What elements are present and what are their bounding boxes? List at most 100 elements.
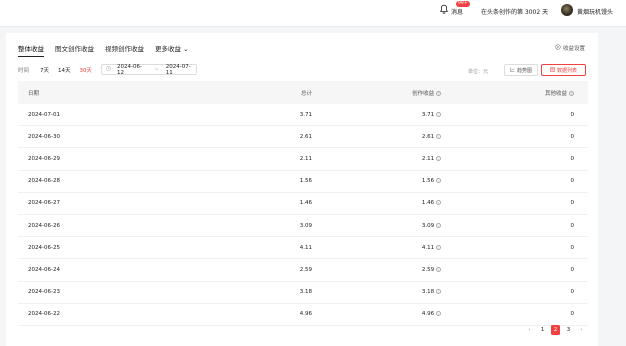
cell-total: 2.59	[192, 258, 327, 282]
cell-creation-value: 4.96	[421, 311, 435, 318]
cell-creation: 2.11 i	[326, 147, 456, 171]
cell-creation-value: 3.09	[421, 222, 435, 229]
cell-creation: 3.18 i	[326, 281, 456, 304]
tab-article-income[interactable]: 图文创作收益	[55, 43, 94, 57]
income-settings-button[interactable]: 收益设置	[555, 44, 585, 52]
tab-overall-income[interactable]: 整体收益	[18, 43, 44, 57]
range-30-days[interactable]: 30天	[80, 66, 93, 74]
table-row: 2024-07-01 3.71 3.71 i 0	[18, 104, 588, 127]
cell-creation: 4.11 i	[326, 236, 456, 260]
trend-chart-button[interactable]: 趋势图	[504, 64, 538, 76]
info-icon[interactable]: i	[436, 266, 442, 272]
range-7-days[interactable]: 7天	[40, 66, 49, 74]
cell-date: 2024-06-23	[18, 281, 193, 304]
messages-button[interactable]	[439, 4, 449, 14]
creator-days-text: 在头条创作的第 3002 天	[481, 9, 549, 16]
info-icon[interactable]: i	[436, 133, 442, 139]
cell-creation: 3.09 i	[326, 214, 456, 238]
cell-other: 0	[455, 104, 588, 127]
end-date[interactable]: 2024-07-11	[166, 64, 196, 76]
table-row: 2024-06-23 3.18 3.18 i 0	[18, 281, 588, 304]
income-settings-label: 收益设置	[563, 46, 586, 52]
tab-video-income[interactable]: 视频创作收益	[105, 43, 144, 57]
info-icon[interactable]: i	[436, 222, 442, 228]
cell-total: 4.11	[192, 236, 327, 260]
cell-creation: 2.61 i	[326, 125, 456, 149]
header-other-label: 其他收益	[544, 90, 567, 97]
time-filter: 时间 7天 14天 30天	[18, 66, 101, 74]
messages-label[interactable]: 消息	[451, 7, 463, 16]
info-icon[interactable]: i	[436, 200, 442, 206]
page-1-button[interactable]: 1	[538, 325, 547, 335]
cell-total: 3.71	[192, 104, 327, 127]
tab-more-label: 更多收益	[155, 45, 181, 53]
cell-date: 2024-06-25	[18, 236, 193, 260]
cell-other: 0	[455, 236, 588, 260]
cell-date: 2024-07-01	[18, 104, 193, 127]
income-tabs: 整体收益 图文创作收益 视频创作收益 更多收益 ⌄	[18, 43, 189, 57]
cell-date: 2024-06-26	[18, 214, 193, 238]
date-range-picker[interactable]: 2024-06-12 ~ 2024-07-11	[101, 64, 197, 76]
page-3-button[interactable]: 3	[564, 325, 573, 335]
cell-date: 2024-06-24	[18, 258, 193, 282]
table-row: 2024-06-22 4.96 4.96 i 0	[18, 303, 588, 326]
help-icon[interactable]: ?	[436, 90, 442, 96]
cell-other: 0	[455, 147, 588, 171]
info-icon[interactable]: i	[436, 178, 442, 184]
cell-total: 1.56	[192, 170, 327, 193]
next-page-button[interactable]: ›	[577, 325, 586, 335]
avatar[interactable]	[561, 4, 573, 16]
cell-total: 2.61	[192, 125, 327, 149]
cell-total: 3.09	[192, 214, 327, 238]
cell-creation: 1.56 i	[326, 170, 456, 193]
page-2-button[interactable]: 2	[551, 325, 560, 335]
cell-creation: 4.96 i	[326, 303, 456, 326]
list-icon	[550, 66, 555, 74]
table-row: 2024-06-28 1.56 1.56 i 0	[18, 170, 588, 193]
cell-total: 4.96	[192, 303, 327, 326]
cell-creation-value: 1.46	[421, 200, 435, 207]
date-separator: ~	[154, 66, 159, 73]
cell-creation: 3.71 i	[326, 104, 456, 127]
data-list-label: 数据列表	[556, 67, 577, 74]
tab-more-income[interactable]: 更多收益 ⌄	[155, 43, 189, 57]
prev-page-button[interactable]: ‹	[525, 325, 534, 335]
info-icon[interactable]: i	[436, 289, 442, 295]
trend-chart-label: 趋势图	[516, 67, 532, 74]
cell-date: 2024-06-29	[18, 147, 193, 171]
cell-creation-value: 1.56	[421, 178, 435, 185]
range-14-days[interactable]: 14天	[58, 66, 71, 74]
header-creation-income: 创作收益?	[326, 81, 456, 104]
cell-date: 2024-06-28	[18, 170, 193, 193]
cell-total: 2.11	[192, 147, 327, 171]
info-icon[interactable]: i	[436, 311, 442, 317]
cell-other: 0	[455, 170, 588, 193]
header-other-income: 其他收益?	[455, 81, 588, 104]
cell-other: 0	[455, 281, 588, 304]
bell-icon	[439, 4, 449, 14]
income-panel: 整体收益 图文创作收益 视频创作收益 更多收益 ⌄ 收益设置 时间 7天 14天…	[6, 33, 598, 346]
table-row: 2024-06-26 3.09 3.09 i 0	[18, 214, 588, 238]
cell-creation-value: 2.61	[421, 133, 435, 140]
data-list-button[interactable]: 数据列表	[541, 64, 586, 76]
table-header-row: 日期 总计 创作收益? 其他收益?	[18, 81, 588, 104]
start-date[interactable]: 2024-06-12	[117, 64, 147, 76]
table-row: 2024-06-30 2.61 2.61 i 0	[18, 125, 588, 149]
table-row: 2024-06-29 2.11 2.11 i 0	[18, 147, 588, 171]
info-icon[interactable]: i	[436, 111, 442, 117]
cell-other: 0	[455, 125, 588, 149]
cell-creation: 2.59 i	[326, 258, 456, 282]
cell-creation: 1.46 i	[326, 192, 456, 215]
username[interactable]: 黄烟玩机馒头	[577, 7, 613, 16]
help-icon[interactable]: ?	[569, 90, 574, 96]
cell-creation-value: 3.71	[421, 111, 435, 118]
cell-creation-value: 2.11	[421, 155, 435, 162]
info-icon[interactable]: i	[436, 155, 442, 161]
info-icon[interactable]: i	[436, 244, 442, 250]
cell-total: 3.18	[192, 281, 327, 304]
settings-icon	[555, 44, 561, 52]
header-date: 日期	[18, 81, 193, 104]
cell-other: 0	[455, 258, 588, 282]
cell-total: 1.46	[192, 192, 327, 215]
top-bar: 99+ 消息 在头条创作的第 3002 天 黄烟玩机馒头	[0, 0, 626, 27]
